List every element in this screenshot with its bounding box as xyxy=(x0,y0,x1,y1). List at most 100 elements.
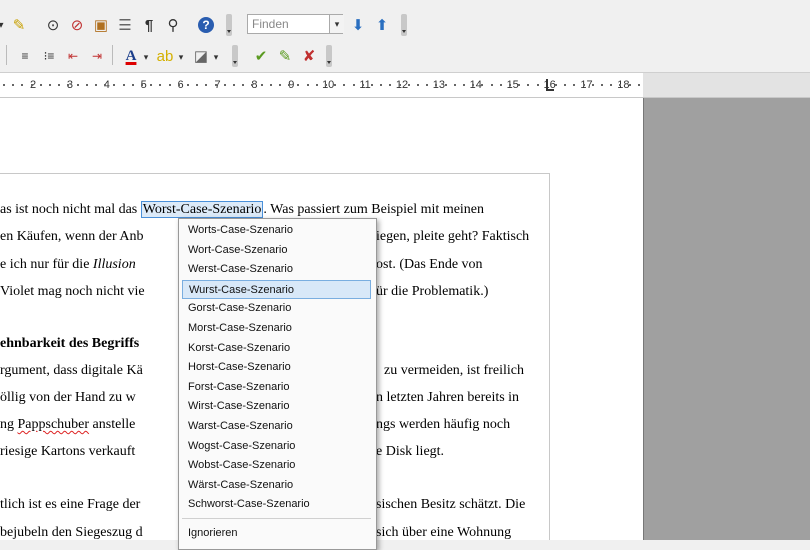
ruler-tick xyxy=(214,84,217,86)
gallery-icon[interactable]: ▣ xyxy=(90,14,112,36)
binoculars-icon[interactable]: ⊙ xyxy=(42,14,64,36)
formatting-toolbar: ≡ ⁝≡ ⇤ ⇥ A ▾ ab ▾ ◪ ▾ ✔ ✎ ✘ xyxy=(0,40,810,73)
find-dropdown-button[interactable]: ▾ xyxy=(329,15,344,33)
menu-item-suggestion[interactable]: Korst-Case-Szenario xyxy=(182,339,371,358)
background-color-icon[interactable]: ◪ xyxy=(190,45,212,67)
text-run: bejubeln den Siegeszug d xyxy=(0,525,143,540)
ruler-tick xyxy=(463,84,465,86)
font-color-icon[interactable]: A xyxy=(120,45,142,67)
find-toolbar-overflow-handle[interactable] xyxy=(401,14,407,36)
ruler-tick xyxy=(453,84,456,86)
standard-toolbar: ▾ ✎ ⊙ ⊘ ▣ ☰ ¶ ⚲ ? Finden ▾ ⬇ ⬆ xyxy=(0,0,810,41)
menu-item-suggestion[interactable]: Schworst-Case-Szenario xyxy=(182,495,371,514)
ruler-tick xyxy=(233,84,235,86)
horizontal-ruler[interactable]: 2 3 4 5 6 7 8 9 10 11 12 13 14 15 16 17 18 xyxy=(0,73,643,98)
zoom-icon[interactable]: ⚲ xyxy=(162,14,184,36)
ruler-tick xyxy=(435,84,438,86)
text-run: riesige Kartons verkauft xyxy=(0,444,136,459)
formatting-marks-icon[interactable]: ¶ xyxy=(138,14,160,36)
ruler-tick xyxy=(536,84,539,86)
italic-text: Illusion xyxy=(92,257,136,272)
ruler-tick xyxy=(12,84,15,86)
ruler-tick xyxy=(76,84,79,86)
paragraph-line: iegen, pleite geht? Faktisch xyxy=(376,229,530,244)
ruler-tick xyxy=(591,84,594,86)
ruler-tick xyxy=(67,84,70,86)
accept-change-icon[interactable]: ✔ xyxy=(250,45,272,67)
ruler-tick xyxy=(122,84,125,86)
bulleted-list-icon[interactable]: ⁝≡ xyxy=(38,45,60,67)
track-changes-overflow-handle[interactable] xyxy=(326,45,332,67)
ruler-tick xyxy=(205,84,208,86)
increase-indent-icon[interactable]: ⇥ xyxy=(86,45,108,67)
menu-item-suggestion[interactable]: Morst-Case-Szenario xyxy=(182,319,371,338)
ruler-tick xyxy=(628,84,631,86)
ruler-margin-marker[interactable] xyxy=(546,79,554,91)
ruler-tick xyxy=(21,84,24,86)
next-change-icon[interactable]: ✎ xyxy=(274,45,296,67)
menu-item-suggestion[interactable]: Horst-Case-Szenario xyxy=(182,358,371,377)
ruler-tick xyxy=(601,84,603,86)
menu-item-suggestion[interactable]: Wort-Case-Szenario xyxy=(182,241,371,260)
ruler-tick xyxy=(288,84,291,86)
paragraph-line: e ich nur für die Illusion xyxy=(0,257,136,273)
ruler-tick xyxy=(168,84,171,86)
menu-item-suggestion[interactable]: Wurst-Case-Szenario xyxy=(182,279,371,299)
ruler-tick xyxy=(518,84,521,86)
ruler-tick xyxy=(85,84,88,86)
ruler-tick xyxy=(527,84,530,86)
document-background xyxy=(643,98,810,540)
paragraph-line: rgument, dass digitale Kä xyxy=(0,363,143,379)
toolbar-divider xyxy=(6,45,7,65)
ruler-tick xyxy=(131,84,134,86)
highlight-dropdown-icon[interactable]: ▾ xyxy=(176,46,186,68)
text-run: tlich ist es eine Frage der xyxy=(0,497,141,512)
navigator-icon[interactable]: ⊘ xyxy=(66,14,88,36)
menu-separator xyxy=(182,518,371,519)
menu-item-suggestion[interactable]: Worts-Case-Szenario xyxy=(182,221,371,240)
ruler-tick xyxy=(141,84,143,86)
toolbar-overflow-handle[interactable] xyxy=(226,14,232,36)
misspelled-word[interactable]: Pappschuber xyxy=(18,417,90,432)
decrease-indent-icon[interactable]: ⇤ xyxy=(62,45,84,67)
menu-item-suggestion[interactable]: Wirst-Case-Szenario xyxy=(182,397,371,416)
menu-item-suggestion[interactable]: Forst-Case-Szenario xyxy=(182,378,371,397)
paragraph-line: sischen Besitz schätzt. Die xyxy=(376,497,526,512)
text-run: . Was passiert zum Beispiel mit meinen xyxy=(263,202,485,217)
menu-item-suggestion[interactable]: Gorst-Case-Szenario xyxy=(182,299,371,318)
menu-item-suggestion[interactable]: Wogst-Case-Szenario xyxy=(182,437,371,456)
find-previous-icon[interactable]: ⬆ xyxy=(371,14,393,36)
font-color-dropdown-icon[interactable]: ▾ xyxy=(141,46,151,68)
ruler-tick xyxy=(582,84,585,86)
menu-item-suggestion[interactable]: Wobst-Case-Szenario xyxy=(182,456,371,475)
ruler-tick xyxy=(490,84,493,86)
spelling-context-menu: Worts-Case-Szenario Wort-Case-Szenario Wer… xyxy=(178,218,377,550)
paragraph-line: ngs werden häufig noch xyxy=(376,417,511,432)
ruler-tick xyxy=(242,84,245,86)
ruler-tick xyxy=(39,84,42,86)
reject-change-icon[interactable]: ✘ xyxy=(298,45,320,67)
text-run: rgument, dass digitale Kä xyxy=(0,363,143,378)
highlight-icon[interactable]: ab xyxy=(154,45,176,67)
menu-item-suggestion[interactable]: Werst-Case-Szenario xyxy=(182,260,371,279)
ruler-tick xyxy=(564,84,567,86)
text-boundary-top xyxy=(0,173,549,174)
menu-item-suggestion[interactable]: Wärst-Case-Szenario xyxy=(182,476,371,495)
background-color-dropdown-icon[interactable]: ▾ xyxy=(211,46,221,68)
ruler-tick xyxy=(306,84,309,86)
ruler-tick xyxy=(297,84,300,86)
find-next-icon[interactable]: ⬇ xyxy=(347,14,369,36)
spellcheck-icon[interactable]: ✎ xyxy=(8,14,30,36)
paragraph-line: as ist noch nicht mal das Worst-Case-Sze… xyxy=(0,201,485,218)
help-icon[interactable]: ? xyxy=(195,14,217,36)
ruler-tick xyxy=(325,84,327,86)
misspelled-word-selected[interactable]: Worst-Case-Szenario xyxy=(140,201,264,218)
numbered-list-icon[interactable]: ≡ xyxy=(14,45,36,67)
menu-item-suggestion[interactable]: Warst-Case-Szenario xyxy=(182,417,371,436)
menu-item-ignore[interactable]: Ignorieren xyxy=(182,524,371,543)
ruler-tick xyxy=(187,84,189,86)
toolbar-overflow-handle[interactable] xyxy=(232,45,238,67)
paragraph-line: tlich ist es eine Frage der xyxy=(0,497,140,513)
database-icon[interactable]: ☰ xyxy=(114,14,136,36)
ruler-tick xyxy=(104,84,107,86)
